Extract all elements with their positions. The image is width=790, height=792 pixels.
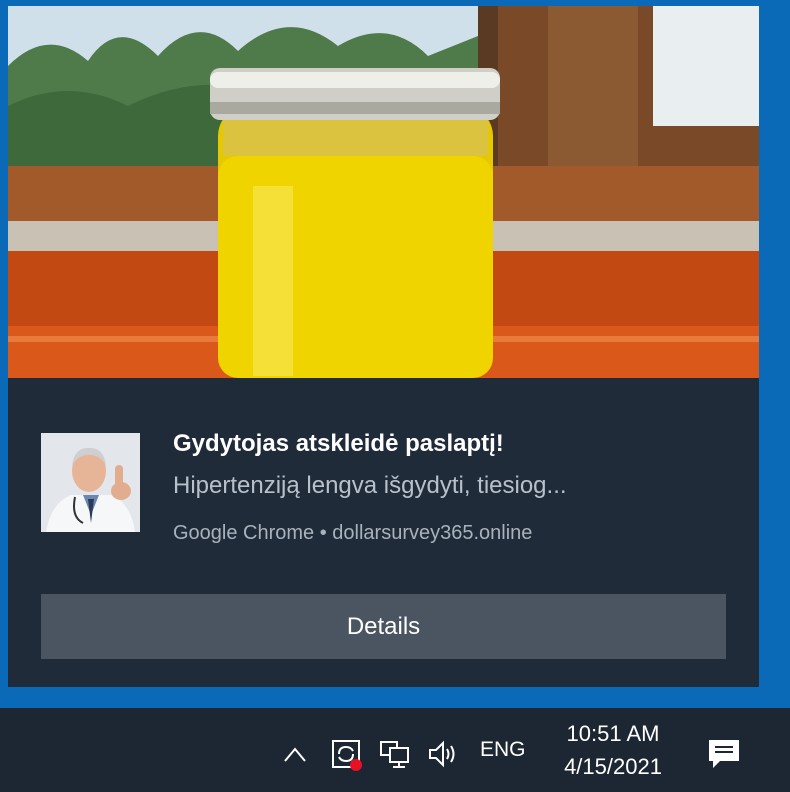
hero-image (8, 6, 759, 378)
volume-icon[interactable] (423, 734, 463, 774)
toast-notification[interactable]: Gydytojas atskleidė paslaptį! Hipertenzi… (8, 6, 759, 687)
clock-time: 10:51 AM (566, 721, 660, 746)
notification-text: Hipertenziją lengva išgydyti, tiesiog... (173, 472, 567, 499)
toast-body: Gydytojas atskleidė paslaptį! Hipertenzi… (8, 378, 759, 687)
chevron-up-icon[interactable] (278, 738, 312, 772)
notification-attribution: Google Chrome • dollarsurvey365.online (173, 522, 533, 544)
action-center-icon[interactable] (700, 732, 748, 776)
doctor-avatar-icon (41, 433, 140, 532)
language-indicator[interactable]: ENG (480, 738, 526, 762)
notification-title: Gydytojas atskleidė paslaptį! (173, 430, 504, 457)
taskbar: ENG 10:51 AM 4/15/2021 (0, 708, 790, 792)
details-button[interactable]: Details (41, 594, 726, 659)
network-icon[interactable] (375, 734, 415, 774)
clock-date: 4/15/2021 (564, 754, 662, 779)
clock[interactable]: 10:51 AM 4/15/2021 (548, 718, 678, 784)
sync-alert-icon[interactable] (326, 734, 366, 774)
